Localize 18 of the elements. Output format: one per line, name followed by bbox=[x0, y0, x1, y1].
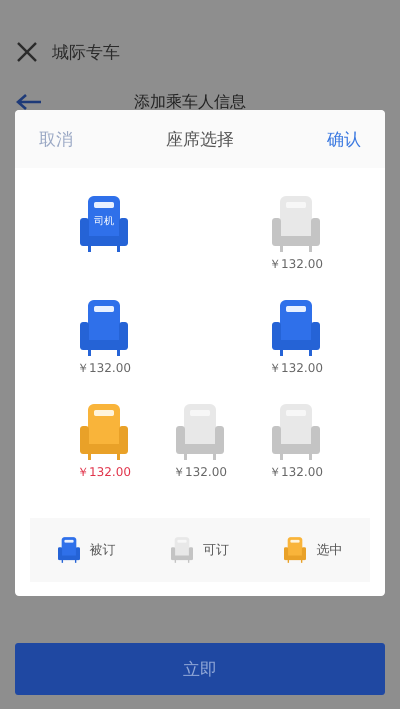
legend-label: 可订 bbox=[202, 542, 229, 559]
subtitle: 添加乘车人信息 bbox=[134, 92, 246, 112]
seat-price: ￥132.00 bbox=[77, 360, 131, 377]
cancel-button[interactable]: 取消 bbox=[39, 128, 73, 150]
seat-price: ￥132.00 bbox=[77, 464, 131, 481]
page-title: 城际专车 bbox=[52, 42, 120, 64]
dialog-title: 座席选择 bbox=[166, 128, 234, 150]
back-arrow-icon[interactable] bbox=[16, 94, 42, 110]
submit-button[interactable]: 立即 bbox=[15, 643, 385, 695]
close-icon[interactable] bbox=[16, 41, 38, 63]
seat-price: ￥132.00 bbox=[173, 464, 227, 481]
seat-label: 司机 bbox=[93, 214, 115, 228]
seat-price: ￥132.00 bbox=[269, 256, 323, 273]
legend-label: 被订 bbox=[90, 542, 116, 559]
legend-label: 选中 bbox=[316, 542, 342, 559]
seat-price: ￥132.00 bbox=[269, 360, 323, 377]
seat-price: ￥132.00 bbox=[269, 464, 323, 481]
confirm-button[interactable]: 确认 bbox=[327, 128, 361, 150]
